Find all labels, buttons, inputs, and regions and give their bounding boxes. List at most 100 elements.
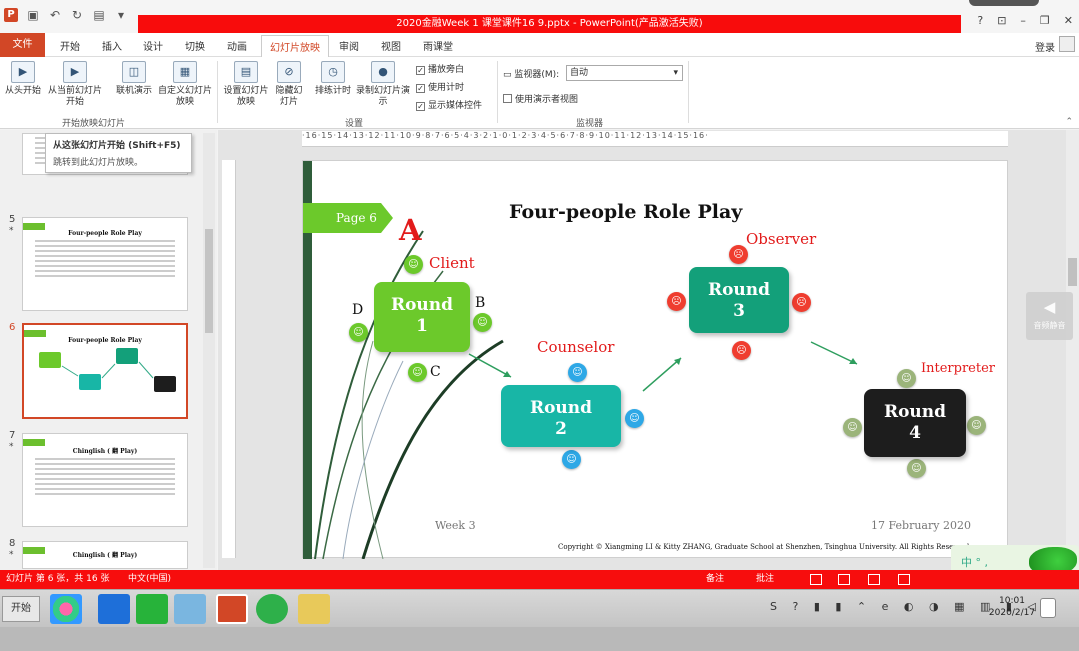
neutral-face-icon: ☺ [907, 459, 926, 478]
wechat-icon[interactable] [136, 594, 168, 624]
ribbon-display-icon[interactable]: ⊡ [997, 14, 1006, 27]
use-timings-checkbox[interactable]: ✓ 使用计时 [416, 80, 464, 93]
tab-home[interactable]: 开始 [60, 38, 80, 53]
browser-icon[interactable] [256, 594, 288, 624]
play-narrations-checkbox[interactable]: ✓ 播放旁白 [416, 62, 464, 75]
from-beginning-button[interactable]: ▶ 从头开始 [4, 61, 42, 97]
record-show-button[interactable]: ● 录制幻灯片演示 [356, 61, 410, 108]
powerpoint-taskbar-icon[interactable] [216, 594, 248, 624]
page-tag: Page 6 [303, 203, 393, 233]
file-explorer-icon[interactable] [298, 594, 330, 624]
tab-view[interactable]: 视图 [381, 38, 401, 53]
tab-animations[interactable]: 动画 [227, 38, 247, 53]
slideshow-view-icon[interactable] [898, 574, 910, 585]
powerpoint-logo-icon: P [4, 8, 18, 22]
bottom-border [0, 627, 1079, 651]
thumbnail-slide-5[interactable]: Four-people Role Play [22, 217, 188, 311]
group-label-setup: 设置 [345, 119, 364, 129]
horizontal-ruler: ·16·15·14·13·12·11·10·9·8·7·6·5·4·3·2·1·… [302, 131, 1008, 147]
scrollbar-thumb[interactable] [1068, 258, 1077, 286]
tab-design[interactable]: 设计 [143, 38, 163, 53]
setup-show-icon: ▤ [234, 61, 258, 83]
smiley-icon: ☺ [349, 323, 368, 342]
thumbnail-scrollbar[interactable] [203, 133, 215, 568]
ribbon: ▶ 从头开始 ▶ 从当前幻灯片开始 ◫ 联机演示 ▦ 自定义幻灯片放映 开始放映… [0, 57, 1079, 129]
redo-icon[interactable]: ↻ [70, 8, 84, 22]
save-icon[interactable]: ▣ [26, 8, 40, 22]
help-icon[interactable]: ? [977, 14, 983, 27]
show-media-controls-checkbox[interactable]: ✓ 显示媒体控件 [416, 98, 482, 111]
tab-insert[interactable]: 插入 [102, 38, 122, 53]
custom-show-button[interactable]: ▦ 自定义幻灯片放映 [156, 61, 214, 108]
close-icon[interactable]: ✕ [1064, 14, 1073, 27]
minimize-icon[interactable]: – [1020, 14, 1026, 27]
group-label-start: 开始放映幻灯片 [62, 119, 126, 129]
monitor-select[interactable]: 自动 ▾ [566, 65, 683, 81]
hide-slide-button[interactable]: ⊘ 隐藏幻灯片 [274, 61, 304, 108]
collapse-ribbon-icon[interactable]: ⌃ [1065, 117, 1073, 127]
slide-count: 幻灯片 第 6 张，共 16 张 [6, 574, 110, 584]
hide-slide-icon: ⊘ [277, 61, 301, 83]
reading-view-icon[interactable] [868, 574, 880, 585]
thumbnail-number: 5 [9, 214, 16, 225]
tab-slideshow[interactable]: 幻灯片放映 [261, 35, 329, 58]
tab-review[interactable]: 审阅 [339, 38, 359, 53]
start-button[interactable]: 开始 [2, 596, 40, 622]
neutral-face-icon: ☺ [897, 369, 916, 388]
window-controls: ? ⊡ – ❐ ✕ [977, 14, 1073, 27]
checkbox-icon: ✓ [416, 84, 425, 93]
role-counselor: Counselor [537, 338, 615, 356]
restore-icon[interactable]: ❐ [1040, 14, 1050, 27]
round-3-box: Round 3 [689, 267, 789, 333]
avatar[interactable] [1059, 36, 1075, 52]
monitor-label: ▭ 监视器(M): [503, 70, 560, 80]
smiley-icon: ☺ [408, 363, 427, 382]
slide-footer-week: Week 3 [435, 519, 476, 532]
group-label-monitor: 监视器 [576, 119, 604, 129]
normal-view-icon[interactable] [810, 574, 822, 585]
tooltip: 从这张幻灯片开始 (Shift+F5) 跳转到此幻灯片放映。 [45, 133, 192, 173]
round-4-box: Round 4 [864, 389, 966, 457]
presenter-view-checkbox[interactable]: 使用演示者视图 [503, 92, 578, 105]
notes-button[interactable]: 备注 [706, 570, 724, 589]
tab-transitions[interactable]: 切换 [185, 38, 205, 53]
notification-icon[interactable] [1040, 598, 1056, 618]
tab-file[interactable]: 文件 [0, 33, 45, 57]
start-from-beginning-icon[interactable]: ▤ [92, 8, 106, 22]
title-bar: P ▣ ↶ ↻ ▤ ▾ 2020金融Week 1 课堂课件16 9.pptx -… [0, 0, 1079, 33]
animation-star-icon: * [9, 442, 14, 452]
rehearse-timings-button[interactable]: ◷ 排练计时 [312, 61, 354, 97]
notepad-icon[interactable] [174, 594, 206, 624]
setup-show-button[interactable]: ▤ 设置幻灯片放映 [220, 61, 272, 108]
slide-sorter-icon[interactable] [838, 574, 850, 585]
neutral-face-icon: ☺ [967, 416, 986, 435]
powerpoint-window: P ▣ ↶ ↻ ▤ ▾ 2020金融Week 1 课堂课件16 9.pptx -… [0, 0, 1079, 651]
mute-audio-button[interactable]: ◀ 音频静音 [1026, 292, 1073, 340]
group-separator [497, 61, 498, 123]
slide-canvas[interactable]: Page 6 A Four-people Role Play ☺ Client … [302, 160, 1008, 559]
scrollbar-thumb[interactable] [205, 229, 213, 333]
role-interpreter: Interpreter [921, 361, 996, 376]
thumbnail-slide-7[interactable]: Chinglish ( 翻 Play) [22, 433, 188, 527]
app-launcher-icon[interactable] [50, 594, 82, 624]
undo-icon[interactable]: ↶ [48, 8, 62, 22]
tab-rain-classroom[interactable]: 雨课堂 [423, 38, 453, 53]
present-online-button[interactable]: ◫ 联机演示 [112, 61, 156, 97]
login-link[interactable]: 登录 [1035, 39, 1055, 54]
editor-scrollbar[interactable] [1066, 130, 1079, 570]
comments-button[interactable]: 批注 [756, 570, 774, 589]
record-icon: ● [371, 61, 395, 83]
customize-qat-icon[interactable]: ▾ [114, 8, 128, 22]
speaker-icon: ◀ [1043, 298, 1056, 316]
clock[interactable]: 10:01 2020/2/17 [986, 595, 1038, 619]
role-client: Client [429, 254, 475, 272]
meeting-app-icon[interactable] [98, 594, 130, 624]
from-current-button[interactable]: ▶ 从当前幻灯片开始 [45, 61, 105, 108]
language-indicator[interactable]: 中文(中国) [128, 570, 171, 589]
ribbon-tabs: 文件 开始 插入 设计 切换 动画 幻灯片放映 审阅 视图 雨课堂 登录 [0, 33, 1079, 58]
thumbnail-number: 8 [9, 538, 16, 549]
thumbnail-slide-8[interactable]: Chinglish ( 翻 Play) [22, 541, 188, 569]
face-icon: ☹ [667, 292, 686, 311]
thumbnail-slide-6-selected[interactable]: Four-people Role Play [22, 323, 188, 419]
letter-c: C [430, 364, 441, 380]
